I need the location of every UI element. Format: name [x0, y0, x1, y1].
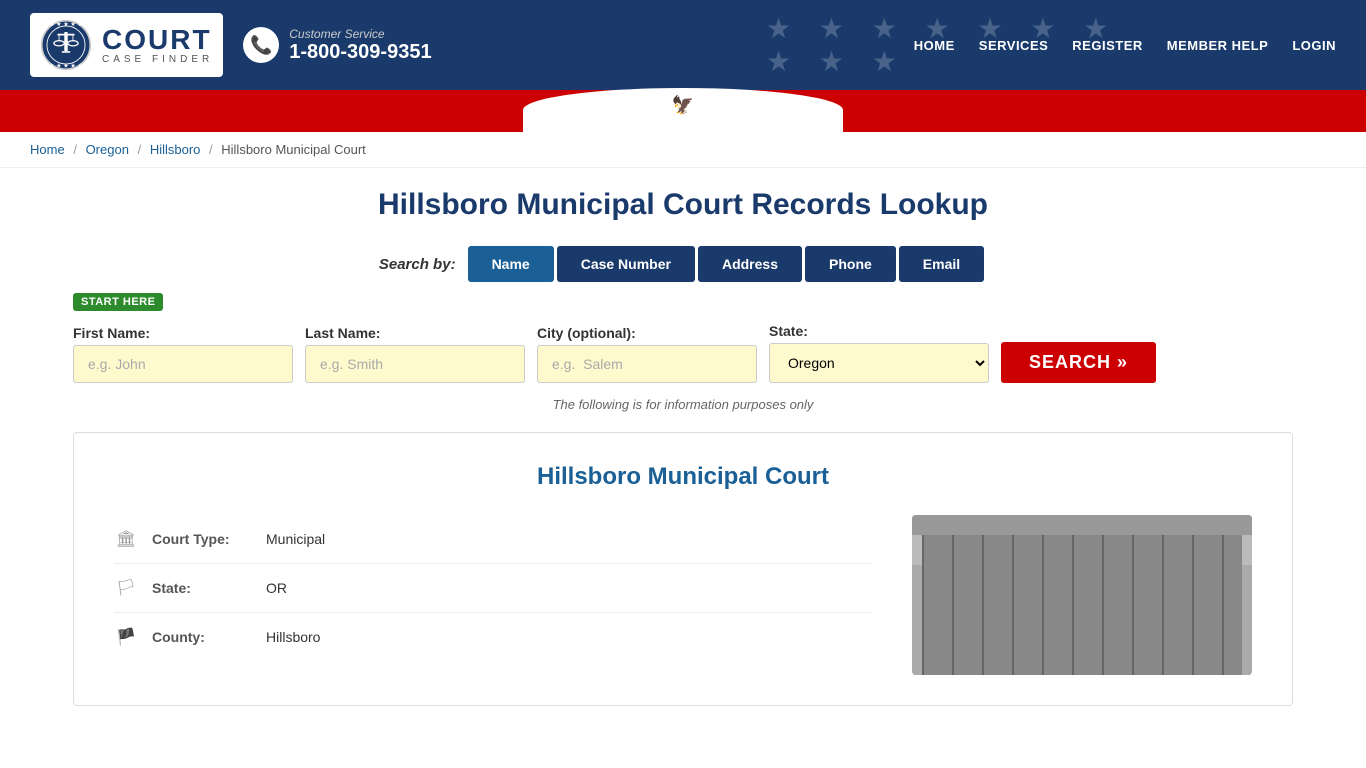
search-by-label: Search by:	[379, 256, 456, 273]
info-card: Hillsboro Municipal Court 🏛 Court Type: …	[73, 432, 1293, 706]
building-photo-sim	[912, 515, 1252, 675]
court-type-value: Municipal	[266, 531, 325, 547]
cs-text: Customer Service 1-800-309-9351	[289, 27, 431, 64]
search-form: First Name: Last Name: City (optional): …	[73, 323, 1293, 383]
start-here-badge-wrapper: START HERE	[73, 292, 1293, 317]
county-row-label: County:	[152, 629, 252, 645]
court-details: 🏛 Court Type: Municipal 🏳 State: OR 🏴 Co…	[114, 515, 1252, 675]
city-group: City (optional):	[537, 325, 757, 383]
last-name-label: Last Name:	[305, 325, 525, 341]
breadcrumb-sep-1: /	[73, 142, 77, 157]
first-name-label: First Name:	[73, 325, 293, 341]
logo-text: COURT CASE FINDER	[102, 26, 213, 65]
banner-decoration: 🦅 ★ ★ ★ ★ ★ ★ ★ ★	[0, 102, 1366, 132]
start-here-badge: START HERE	[73, 293, 163, 311]
state-row: 🏳 State: OR	[114, 564, 872, 613]
logo-title: COURT	[102, 26, 213, 54]
tab-address[interactable]: Address	[698, 246, 802, 282]
state-group: State: Oregon Alabama Alaska Arizona Ark…	[769, 323, 989, 383]
cs-phone: 1-800-309-9351	[289, 41, 431, 64]
search-form-area: START HERE First Name: Last Name: City (…	[73, 292, 1293, 383]
state-row-label: State:	[152, 580, 252, 596]
nav-member-help[interactable]: MEMBER HELP	[1167, 38, 1269, 53]
first-name-group: First Name:	[73, 325, 293, 383]
court-name: Hillsboro Municipal Court	[114, 463, 1252, 491]
building-icon: 🏛	[114, 529, 138, 549]
phone-icon: 📞	[243, 27, 279, 63]
first-name-input[interactable]	[73, 345, 293, 383]
county-row-value: Hillsboro	[266, 629, 320, 645]
page-title: Hillsboro Municipal Court Records Lookup	[73, 188, 1293, 222]
main-content: Hillsboro Municipal Court Records Lookup…	[43, 168, 1323, 726]
tab-name[interactable]: Name	[468, 246, 554, 282]
building-svg	[912, 515, 1252, 675]
tab-phone[interactable]: Phone	[805, 246, 896, 282]
logo-subtitle: CASE FINDER	[102, 54, 213, 65]
eagle-icon: 🦅	[672, 95, 694, 116]
header-left: ★ ★ ★ ★ ★ ★ ★ ★ ★ ★ COURT CASE FINDER 📞 …	[30, 13, 432, 77]
svg-text:★ ★ ★ ★ ★: ★ ★ ★ ★ ★	[49, 21, 83, 28]
breadcrumb-home[interactable]: Home	[30, 142, 65, 157]
breadcrumb: Home / Oregon / Hillsboro / Hillsboro Mu…	[0, 132, 1366, 168]
logo[interactable]: ★ ★ ★ ★ ★ ★ ★ ★ ★ ★ COURT CASE FINDER	[30, 13, 223, 77]
logo-emblem-icon: ★ ★ ★ ★ ★ ★ ★ ★ ★ ★	[40, 19, 92, 71]
breadcrumb-sep-3: /	[209, 142, 213, 157]
disclaimer-text: The following is for information purpose…	[73, 397, 1293, 412]
breadcrumb-current: Hillsboro Municipal Court	[221, 142, 366, 157]
customer-service: 📞 Customer Service 1-800-309-9351	[243, 27, 431, 64]
state-row-value: OR	[266, 580, 287, 596]
location-icon: 🏴	[114, 627, 138, 647]
search-button[interactable]: SEARCH »	[1001, 342, 1156, 383]
breadcrumb-hillsboro[interactable]: Hillsboro	[150, 142, 201, 157]
court-type-label: Court Type:	[152, 531, 252, 547]
svg-text:★ ★ ★ ★ ★: ★ ★ ★ ★ ★	[49, 63, 83, 70]
tab-email[interactable]: Email	[899, 246, 984, 282]
header-stars-decoration: ★ ★ ★ ★ ★ ★ ★ ★ ★ ★	[766, 0, 1166, 90]
site-header: ★ ★ ★ ★ ★ ★ ★ ★ ★ ★ COURT CASE FINDER 📞 …	[0, 0, 1366, 90]
banner-arc: 🦅	[523, 88, 843, 132]
court-type-row: 🏛 Court Type: Municipal	[114, 515, 872, 564]
city-label: City (optional):	[537, 325, 757, 341]
court-image	[912, 515, 1252, 675]
state-label: State:	[769, 323, 989, 339]
breadcrumb-sep-2: /	[138, 142, 142, 157]
cs-label: Customer Service	[289, 27, 431, 41]
flag-icon: 🏳	[114, 578, 138, 598]
nav-login[interactable]: LOGIN	[1292, 38, 1336, 53]
state-select[interactable]: Oregon Alabama Alaska Arizona Arkansas C…	[769, 343, 989, 383]
last-name-input[interactable]	[305, 345, 525, 383]
breadcrumb-oregon[interactable]: Oregon	[86, 142, 129, 157]
search-by-row: Search by: Name Case Number Address Phon…	[73, 246, 1293, 282]
city-input[interactable]	[537, 345, 757, 383]
court-info-rows: 🏛 Court Type: Municipal 🏳 State: OR 🏴 Co…	[114, 515, 872, 675]
tab-case-number[interactable]: Case Number	[557, 246, 695, 282]
county-row: 🏴 County: Hillsboro	[114, 613, 872, 661]
last-name-group: Last Name:	[305, 325, 525, 383]
